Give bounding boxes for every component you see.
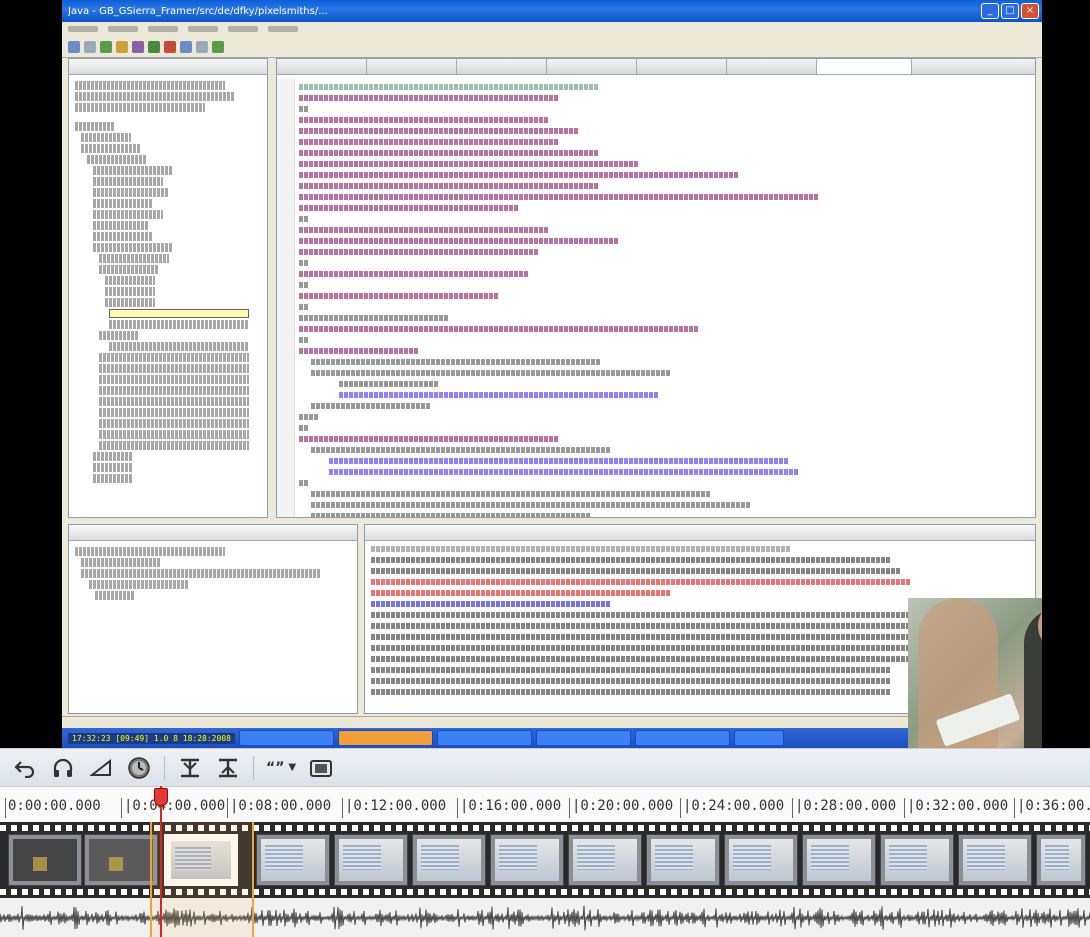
code-editor-panel [276, 58, 1036, 518]
tick-label: |0:20:00.000 [568, 798, 674, 818]
thumbnail-frame[interactable] [958, 834, 1032, 886]
thumbnail-frame[interactable] [802, 834, 876, 886]
thumbnail-frame[interactable] [880, 834, 954, 886]
annotation-dropdown[interactable]: “” ▼ [266, 760, 296, 776]
outline-panel [68, 524, 358, 714]
clock-icon[interactable] [126, 755, 152, 781]
tick-label: |0:28:00.000 [791, 798, 897, 818]
thumbnail-frame[interactable] [8, 834, 82, 886]
selection-range[interactable] [150, 822, 254, 937]
undo-icon[interactable] [12, 755, 38, 781]
tick-label: |0:12:00.000 [341, 798, 447, 818]
eclipse-title-bar: Java - GB_GSierra_Framer/src/de/dfky/pix… [62, 0, 1042, 22]
video-preview[interactable]: Java - GB_GSierra_Framer/src/de/dfky/pix… [62, 0, 1042, 748]
screen-recorder-window: Java - GB_GSierra_Framer/src/de/dfky/pix… [0, 0, 1090, 937]
close-icon: × [1021, 3, 1039, 19]
mark-out-icon[interactable] [215, 755, 241, 781]
tick-label: |0:08:00.000 [226, 798, 332, 818]
thumbnail-frame[interactable] [1036, 834, 1086, 886]
eclipse-toolbar [62, 36, 1042, 58]
tick-label: |0:16:00.000 [456, 798, 562, 818]
screenshot-icon[interactable] [308, 755, 334, 781]
playhead-handle[interactable] [154, 788, 168, 806]
editor-tabs [277, 59, 1035, 75]
maximize-icon: □ [1001, 3, 1019, 19]
editor-toolbar: “” ▼ [0, 748, 1090, 786]
recording-timestamp: 17:32:23 [09:49] 1.0 8 18:28:2008 [68, 732, 235, 744]
tick-label: 0:00:00.000 [5, 798, 101, 818]
minimize-icon: _ [981, 3, 999, 19]
thumbnail-frame[interactable] [334, 834, 408, 886]
quote-label: “” [266, 759, 285, 776]
thumbnail-frame[interactable] [646, 834, 720, 886]
playhead-line[interactable] [160, 786, 162, 937]
volume-ramp-icon[interactable] [88, 755, 114, 781]
eclipse-window-title: Java - GB_GSierra_Framer/src/de/dfky/pix… [68, 5, 328, 17]
eclipse-status-bar [62, 716, 1042, 728]
package-explorer-panel [68, 58, 268, 518]
thumbnail-frame[interactable] [256, 834, 330, 886]
windows-taskbar: 17:32:23 [09:49] 1.0 8 18:28:2008 [62, 728, 1042, 748]
chevron-down-icon: ▼ [288, 762, 297, 773]
thumbnail-frame[interactable] [412, 834, 486, 886]
tick-label: |0:04:00.000 [120, 798, 226, 818]
tick-label: |0:36:00.000 [1013, 798, 1090, 818]
eclipse-menu-bar [62, 22, 1042, 36]
thumbnail-frame[interactable] [490, 834, 564, 886]
tick-label: |0:24:00.000 [679, 798, 785, 818]
tick-label: |0:32:00.000 [903, 798, 1009, 818]
webcam-overlay [908, 598, 1042, 748]
thumbnail-frame[interactable] [724, 834, 798, 886]
headphones-icon[interactable] [50, 755, 76, 781]
thumbnail-frame[interactable] [568, 834, 642, 886]
mark-in-icon[interactable] [177, 755, 203, 781]
thumbnail-frame[interactable] [84, 834, 158, 886]
